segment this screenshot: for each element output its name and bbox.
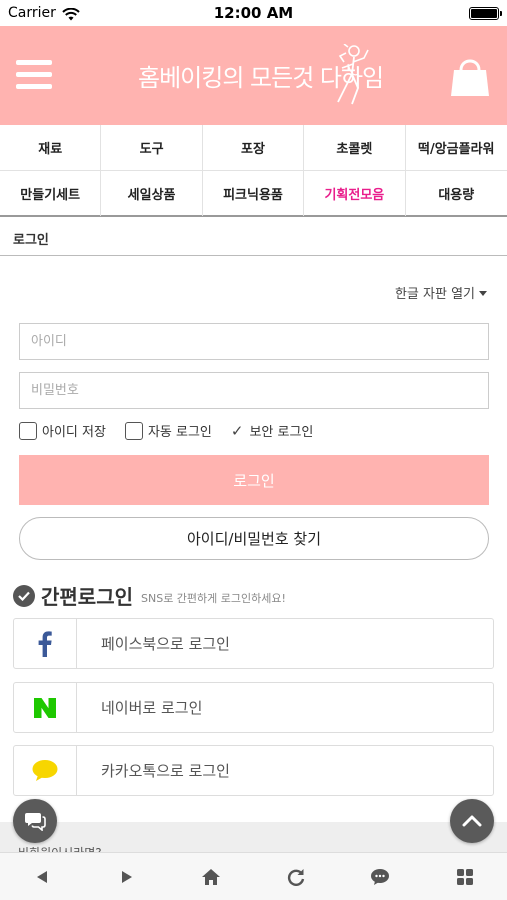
category-nav: 재료 도구 포장 초콜렛 떡/앙금플라워 만들기세트 세일상품 피크닉용품 기획… <box>0 125 507 217</box>
chef-figure-icon <box>337 44 369 105</box>
check-icon: ✓ <box>230 421 244 440</box>
kakao-login-button[interactable]: 카카오톡으로 로그인 <box>13 745 494 796</box>
app-header: 홈베이킹의 모든것 다하임 <box>0 26 507 125</box>
refresh-icon[interactable] <box>276 857 316 897</box>
back-icon[interactable] <box>22 857 62 897</box>
category-item[interactable]: 피크닉용품 <box>203 171 305 216</box>
caret-down-icon <box>479 291 487 296</box>
kakao-icon <box>14 746 77 795</box>
id-input[interactable] <box>19 323 489 360</box>
category-item[interactable]: 도구 <box>101 125 203 170</box>
category-item[interactable]: 세일상품 <box>101 171 203 216</box>
category-item[interactable]: 대용량 <box>406 171 507 216</box>
naver-icon <box>14 683 77 732</box>
breadcrumb: 로그인 <box>0 218 507 256</box>
bottom-toolbar <box>0 852 507 900</box>
status-bar: Carrier 12:00 AM <box>0 0 507 26</box>
easy-login-subtitle: SNS로 간편하게 로그인하세요! <box>141 591 286 605</box>
scroll-top-button[interactable] <box>450 799 494 843</box>
category-row-1: 재료 도구 포장 초콜렛 떡/앙금플라워 <box>0 125 507 170</box>
facebook-login-button[interactable]: 페이스북으로 로그인 <box>13 618 494 669</box>
category-item[interactable]: 떡/앙금플라워 <box>406 125 507 170</box>
clock: 12:00 AM <box>213 4 294 22</box>
check-circle-icon <box>13 584 35 607</box>
category-item[interactable]: 만들기세트 <box>0 171 102 216</box>
facebook-icon <box>14 619 77 668</box>
facebook-login-label: 페이스북으로 로그인 <box>101 635 230 653</box>
category-row-2: 만들기세트 세일상품 피크닉용품 기획전모음 대용량 <box>0 170 507 216</box>
auto-login-option[interactable]: 자동 로그인 <box>124 421 212 440</box>
keyboard-toggle-label: 한글 자판 열기 <box>394 287 475 302</box>
forward-icon[interactable] <box>107 857 147 897</box>
shopping-bag-icon[interactable] <box>449 54 491 98</box>
guest-section: 비회원이시라면? <box>0 822 507 854</box>
home-icon[interactable] <box>191 857 231 897</box>
site-logo[interactable]: 홈베이킹의 모든것 다하임 <box>138 44 384 106</box>
chevron-up-icon <box>462 815 482 827</box>
page-title: 로그인 <box>13 233 49 248</box>
easy-login-heading: 간편로그인 SNS로 간편하게 로그인하세요! <box>13 581 286 610</box>
category-item[interactable]: 초콜렛 <box>304 125 406 170</box>
category-item[interactable]: 재료 <box>0 125 102 170</box>
kakao-login-label: 카카오톡으로 로그인 <box>101 762 230 780</box>
secure-login-label: 보안 로그인 <box>249 425 314 440</box>
save-id-label: 아이디 저장 <box>42 425 106 440</box>
naver-login-button[interactable]: 네이버로 로그인 <box>13 682 494 733</box>
naver-login-label: 네이버로 로그인 <box>101 699 203 717</box>
password-input[interactable] <box>19 372 489 409</box>
save-id-checkbox[interactable] <box>19 421 37 440</box>
save-id-option[interactable]: 아이디 저장 <box>19 421 106 440</box>
battery-icon <box>469 7 502 20</box>
category-item[interactable]: 포장 <box>203 125 305 170</box>
find-account-button[interactable]: 아이디/비밀번호 찾기 <box>19 517 489 560</box>
login-button[interactable]: 로그인 <box>19 455 489 505</box>
menu-icon[interactable] <box>16 60 52 92</box>
grid-icon[interactable] <box>445 857 485 897</box>
category-item-active[interactable]: 기획전모음 <box>304 171 406 216</box>
keyboard-toggle[interactable]: 한글 자판 열기 <box>395 283 487 302</box>
secure-login-option[interactable]: ✓ 보안 로그인 <box>230 421 314 441</box>
message-icon[interactable] <box>360 857 400 897</box>
auto-login-checkbox[interactable] <box>124 421 143 440</box>
auto-login-label: 자동 로그인 <box>147 425 212 440</box>
login-options: 아이디 저장 자동 로그인 ✓ 보안 로그인 <box>19 421 332 440</box>
chat-icon[interactable] <box>13 799 57 843</box>
easy-login-title: 간편로그인 <box>41 585 133 609</box>
